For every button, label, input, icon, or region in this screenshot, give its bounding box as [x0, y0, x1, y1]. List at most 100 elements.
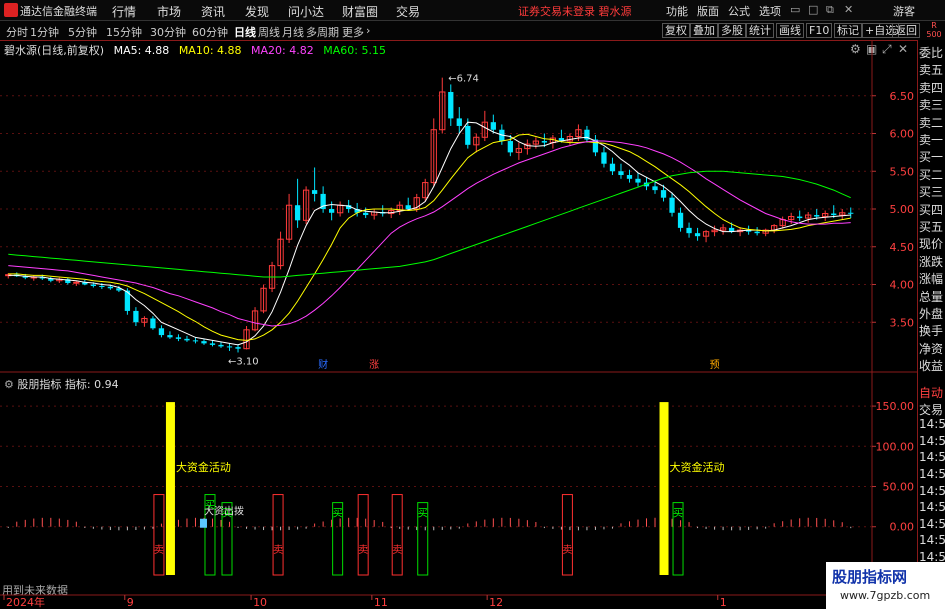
quote-label[interactable]: 卖五 [919, 61, 943, 78]
candle-body-down [158, 328, 165, 336]
trade-log-entry[interactable]: 14:56 [919, 484, 945, 498]
candle-body-down [652, 186, 658, 191]
candle-body-down [601, 152, 607, 164]
time-tick-label: 12 [489, 596, 503, 609]
sell-signal-box [391, 494, 403, 576]
buy-signal-label: 买 [333, 508, 343, 520]
trade-log-entry[interactable]: 14:56 [919, 500, 945, 514]
candle-body-down [831, 213, 837, 216]
sell-signal-box [357, 494, 369, 576]
candle-body-down [618, 171, 624, 176]
candle-body-down [465, 125, 471, 145]
candle-body-up [73, 281, 80, 284]
quote-label[interactable]: 买一 [919, 148, 943, 165]
candle-body-down [167, 335, 173, 338]
trade-log-entry[interactable]: 14:56 [919, 417, 945, 431]
trade-log-entry[interactable]: 14:56 [919, 517, 945, 531]
quote-label[interactable]: 涨幅 [919, 270, 943, 287]
price-tick-label: 5.50 [890, 165, 915, 178]
indicator-tick-label: 100.00 [876, 440, 915, 453]
chart-canvas[interactable]: 3.50 4.00 4.50 5.00 5.50 6.00 6.50 0.00 50.00 100… [0, 0, 945, 609]
candle-body-down [635, 178, 641, 183]
big-fund-signal-bar [659, 402, 669, 575]
trade-log-entry[interactable]: 交易 [919, 401, 943, 418]
sell-signal-label: 卖 [392, 544, 402, 556]
price-tick-label: 5.00 [890, 203, 915, 216]
candle-body-down [226, 346, 233, 348]
candle-body-down [754, 231, 760, 234]
candle-body-down [235, 347, 241, 349]
low-price-label: ←3.10 [228, 356, 259, 367]
sell-signal-label: 卖 [273, 544, 283, 556]
time-tick-label: 11 [374, 596, 388, 609]
trade-log-entry[interactable]: 14:56 [919, 467, 945, 481]
quote-label[interactable]: 换手 [919, 322, 943, 339]
event-marker: 财 [318, 358, 328, 371]
quote-label[interactable]: 买四 [919, 201, 943, 218]
candle-body-down [814, 215, 820, 217]
candle-body-down [797, 216, 803, 219]
candle-body-down [133, 310, 139, 323]
candle-body-down [311, 190, 318, 194]
trade-log-entry[interactable]: 14:56 [919, 450, 945, 464]
candle-body-down [201, 341, 207, 344]
candle-body-down [456, 118, 462, 126]
candle-body-down [107, 286, 114, 289]
indicator-tick-label: 50.00 [883, 481, 915, 494]
highlight-block [199, 518, 207, 528]
trade-log-entry[interactable]: 14:56 [919, 533, 945, 547]
candle-body-down [626, 175, 633, 179]
big-fund-label: 大资金活动 [176, 460, 231, 474]
candle-body-down [405, 205, 411, 209]
candle-body-down [448, 91, 454, 119]
price-tick-label: 4.50 [890, 241, 915, 254]
quote-label[interactable]: 外盘 [919, 305, 943, 322]
sell-signal-box [561, 494, 573, 576]
big-fund-label: 大资金活动 [670, 460, 725, 474]
quote-label[interactable]: 收益 [919, 357, 943, 374]
watermark-title: 股朋指标网 [832, 568, 908, 586]
candle-body-down [99, 286, 105, 288]
candle-body-down [90, 284, 96, 287]
candle-body-down [541, 141, 548, 143]
quote-label[interactable]: 现价 [919, 235, 943, 252]
sell-signal-box [272, 494, 284, 576]
buy-signal-label: 买 [418, 508, 428, 520]
trade-log-entry[interactable]: 14:56 [919, 434, 945, 448]
price-tick-label: 6.50 [890, 90, 915, 103]
candle-body-down [192, 340, 199, 342]
quote-label[interactable]: 卖三 [919, 96, 943, 113]
quote-label[interactable]: 委比 [919, 44, 943, 61]
ma60-line [8, 170, 851, 278]
candle-body-down [507, 141, 513, 153]
quote-label[interactable]: 涨跌 [919, 253, 943, 270]
time-tick-label: 9 [127, 596, 134, 609]
quote-label[interactable]: 净资 [919, 340, 943, 357]
sell-signal-label: 卖 [154, 544, 164, 556]
quote-label[interactable]: 总量 [919, 288, 943, 305]
big-fund-signal-bar [165, 402, 175, 575]
candle-body-down [694, 233, 701, 237]
time-tick-label: 2024年 [6, 595, 45, 609]
candle-body-down [328, 209, 335, 213]
price-tick-label: 4.00 [890, 279, 915, 292]
quote-label[interactable]: 买三 [919, 183, 943, 200]
high-price-label: ←6.74 [448, 74, 479, 85]
trade-log-entry[interactable]: 自动 [919, 384, 943, 401]
quote-label[interactable]: 买五 [919, 218, 943, 235]
indicator-tick-label: 150.00 [876, 400, 915, 413]
candle-body-down [686, 227, 692, 234]
candle-body-down [677, 212, 684, 228]
candle-body-down [150, 318, 156, 329]
candle-body-down [848, 212, 854, 214]
event-marker: 预 [710, 359, 720, 371]
quote-label[interactable]: 卖四 [919, 79, 943, 96]
event-marker: 涨 [369, 359, 379, 371]
watermark-url: www.7gpzb.com [840, 589, 931, 602]
quote-label[interactable]: 买二 [919, 166, 943, 183]
time-tick-label: 1 [720, 596, 727, 609]
quote-label[interactable]: 卖一 [919, 131, 943, 148]
candle-body-down [609, 163, 616, 172]
quote-label[interactable]: 卖二 [919, 114, 943, 131]
price-tick-label: 3.50 [890, 316, 915, 329]
